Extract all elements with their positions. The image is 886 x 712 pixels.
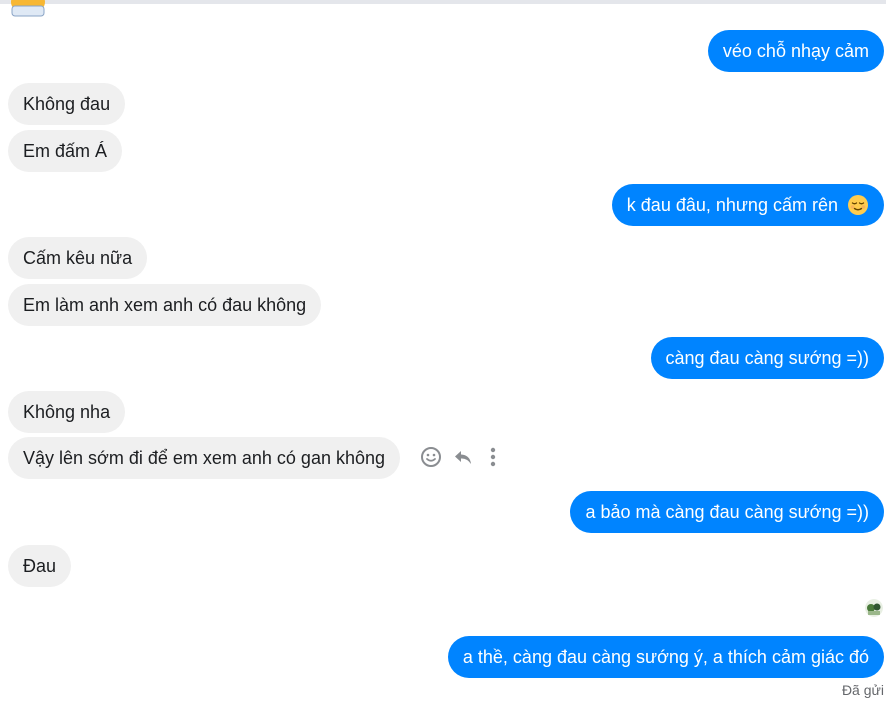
message-outgoing[interactable]: véo chỗ nhạy cảm [707, 30, 884, 72]
message-incoming[interactable]: Không đau [8, 83, 126, 125]
message-incoming[interactable]: Đau [8, 545, 72, 587]
message-text: Em đấm Á [23, 141, 108, 161]
smiley-icon[interactable] [420, 446, 442, 468]
message-text: Em làm anh xem anh có đau không [23, 295, 307, 315]
message-actions [420, 445, 502, 469]
message-text: a thề, càng đau càng sướng ý, a thích cả… [462, 647, 869, 667]
message-text: Không nha [23, 402, 111, 422]
message-text: véo chỗ nhạy cảm [722, 41, 869, 61]
message-text: a bảo mà càng đau càng sướng =)) [585, 502, 869, 522]
message-outgoing[interactable]: k đau đâu, nhưng cấm rên [611, 184, 884, 226]
contact-avatar[interactable] [8, 0, 48, 18]
message-text: Không đau [23, 94, 111, 114]
message-incoming[interactable]: Không nha [8, 391, 126, 433]
message-incoming[interactable]: Vậy lên sớm đi để em xem anh có gan khôn… [8, 437, 401, 479]
message-text: k đau đâu, nhưng cấm rên [626, 195, 838, 215]
message-text: Cấm kêu nữa [23, 248, 133, 268]
message-text: Đau [23, 556, 57, 576]
more-icon[interactable] [484, 446, 502, 468]
message-incoming[interactable]: Em làm anh xem anh có đau không [8, 284, 322, 326]
reply-icon[interactable] [452, 446, 474, 468]
message-text: Vậy lên sớm đi để em xem anh có gan khôn… [23, 448, 386, 468]
message-outgoing[interactable]: a thề, càng đau càng sướng ý, a thích cả… [447, 636, 884, 678]
relieved-face-icon [848, 195, 868, 215]
delivery-status: Đã gửi [841, 682, 884, 698]
message-text: càng đau càng sướng =)) [665, 348, 869, 368]
header-divider [0, 0, 886, 4]
message-outgoing[interactable]: càng đau càng sướng =)) [650, 337, 884, 379]
message-outgoing[interactable]: a bảo mà càng đau càng sướng =)) [570, 491, 884, 533]
message-incoming[interactable]: Cấm kêu nữa [8, 237, 148, 279]
seen-avatar-icon [865, 599, 883, 617]
message-incoming[interactable]: Em đấm Á [8, 130, 123, 172]
